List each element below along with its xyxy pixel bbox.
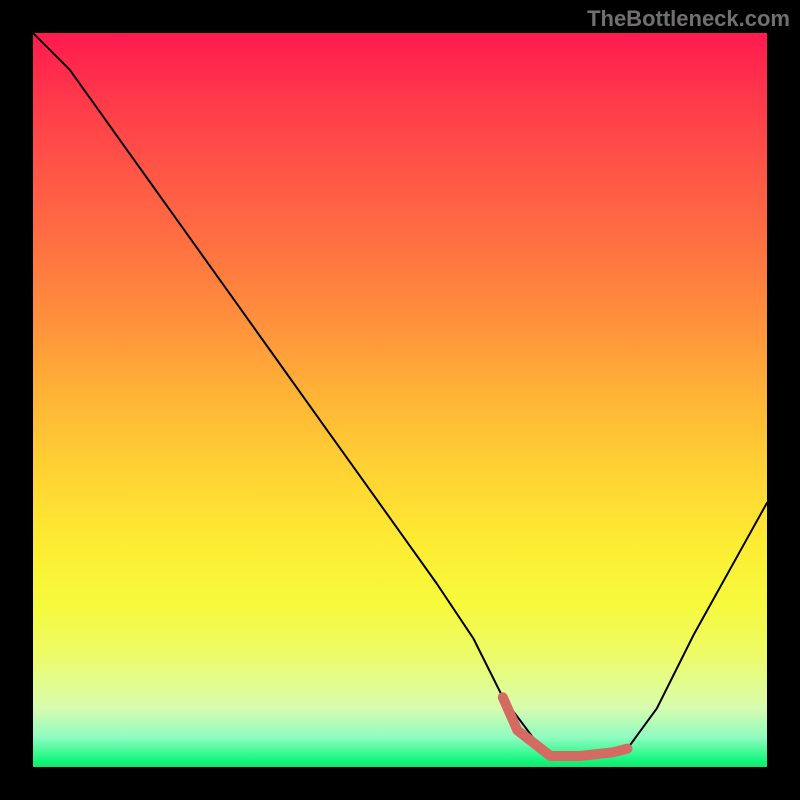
main-curve: [33, 33, 767, 756]
watermark-text: TheBottleneck.com: [587, 6, 790, 32]
chart-container: TheBottleneck.com: [0, 0, 800, 800]
plot-area: [33, 33, 767, 767]
highlight-curve: [503, 697, 628, 756]
curve-svg: [33, 33, 767, 767]
